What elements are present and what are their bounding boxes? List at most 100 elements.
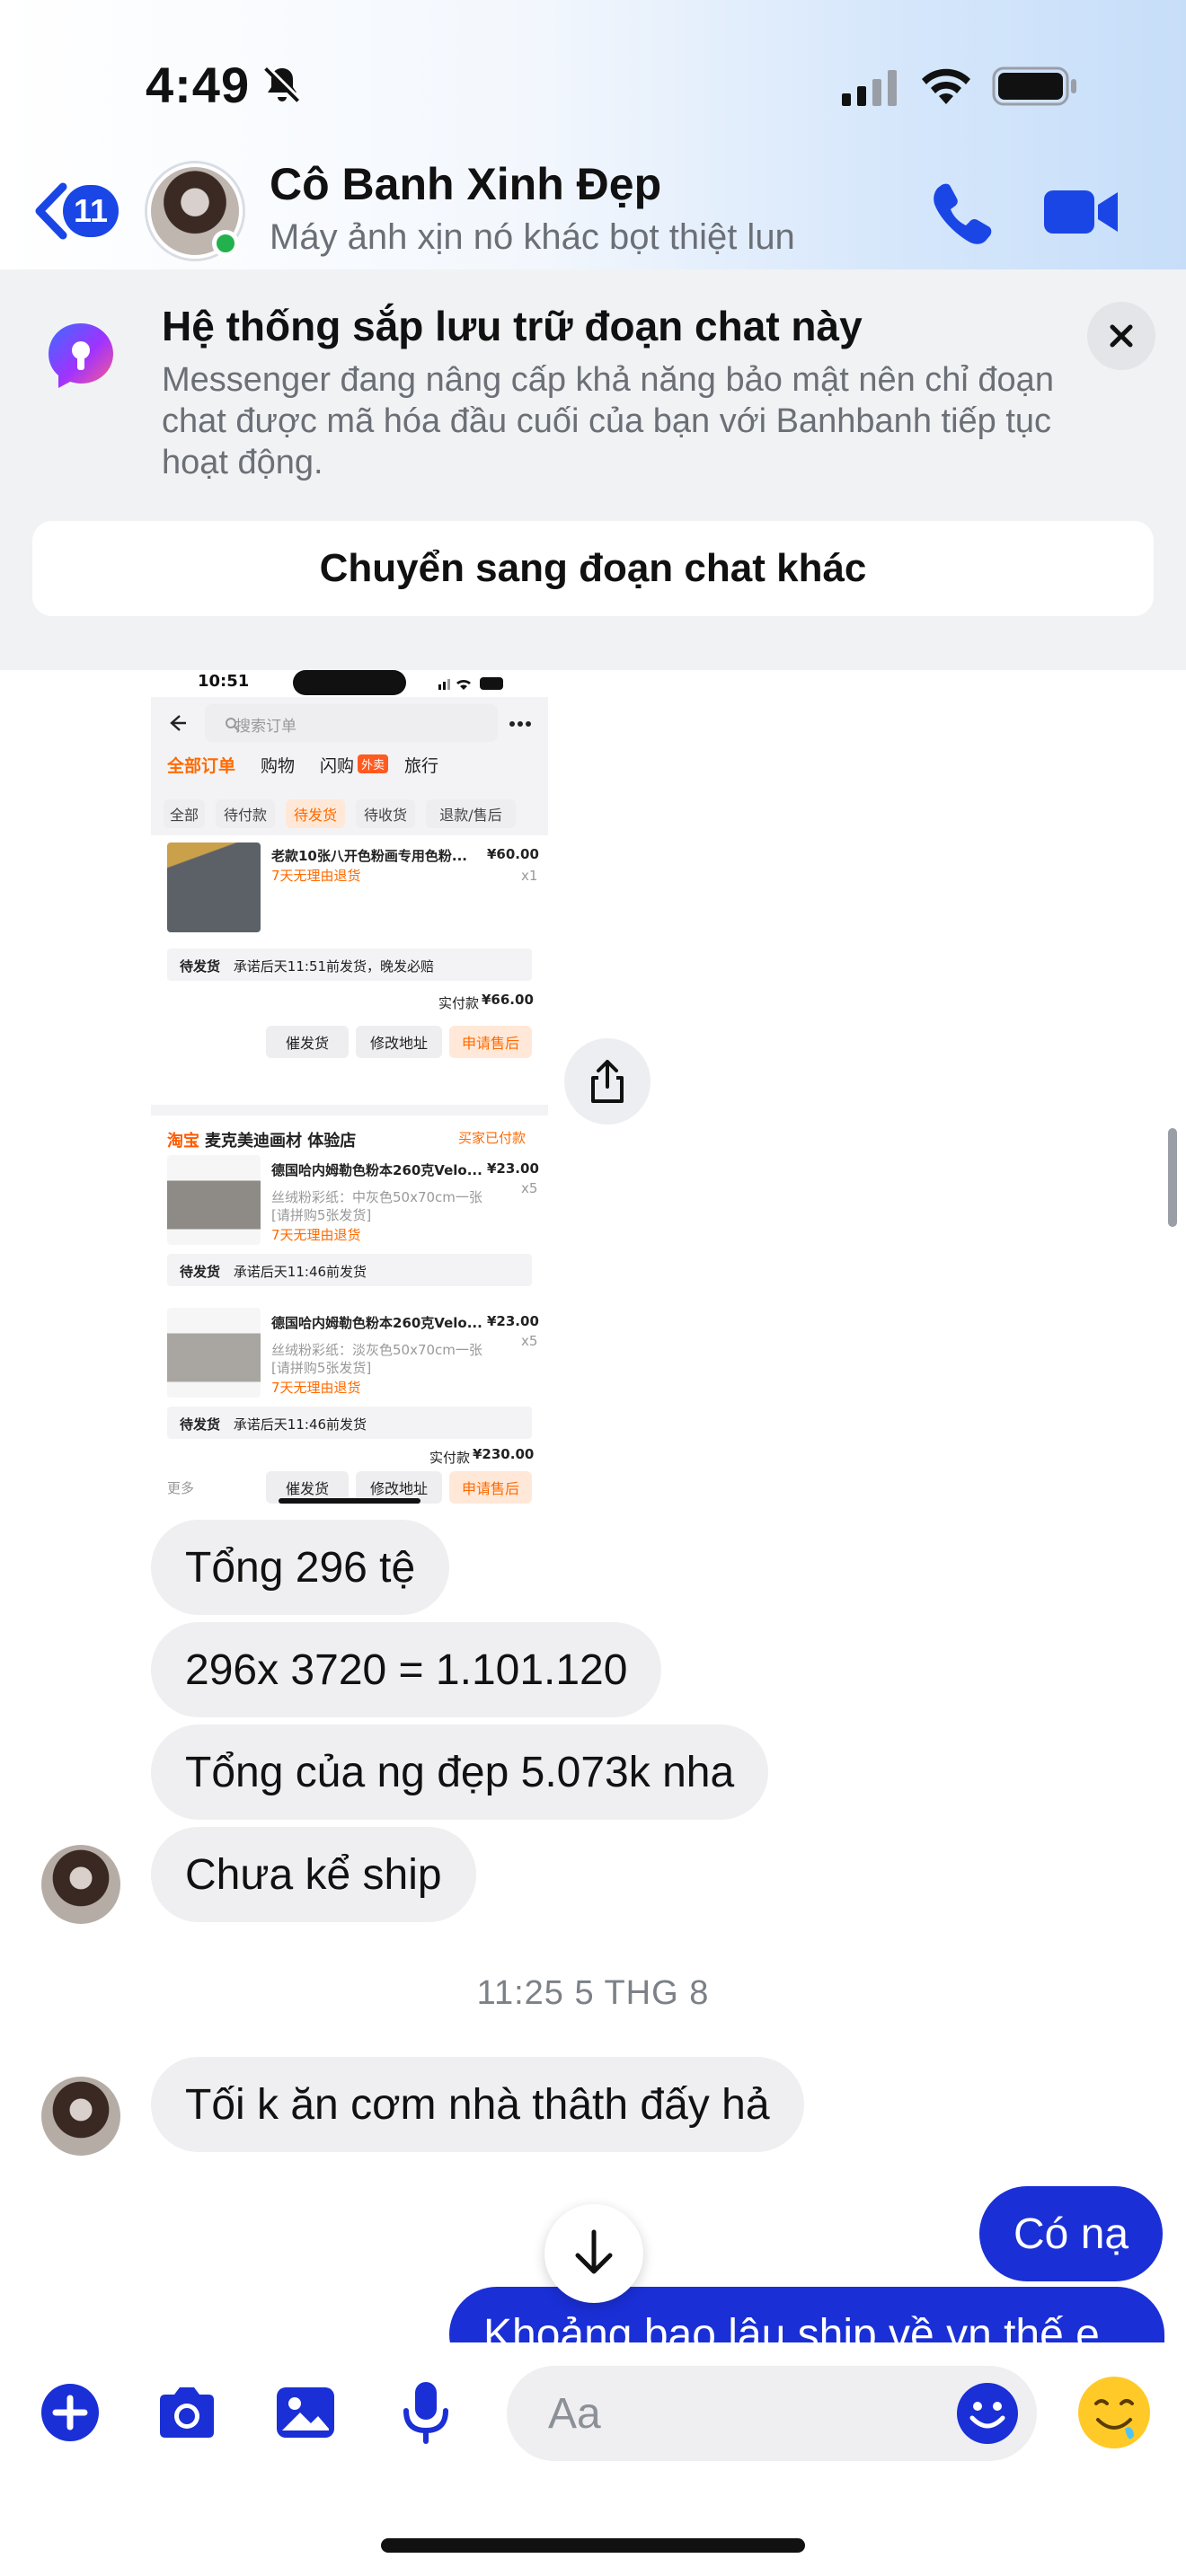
close-icon [1110, 324, 1133, 348]
message-input-placeholder: Aa [548, 2390, 601, 2438]
scroll-to-bottom-button[interactable] [544, 2204, 643, 2303]
shot-order3-price: ¥23.00 [487, 1313, 539, 1329]
shot-order2-spec2: [请拼购5张发货] [271, 1207, 372, 1223]
shot-order1-price: ¥60.00 [487, 846, 539, 862]
message-bubble-outgoing[interactable]: Có nạ [979, 2186, 1164, 2281]
shot-order1-qty: x1 [521, 868, 538, 884]
shot-chip: 待收货 [356, 799, 415, 828]
shot-store-card: 淘宝 麦克美迪画材 体验店 买家已付款 德国哈内姆勒色粉本260克Velo...… [151, 1116, 548, 1505]
shot-order2-ship-strip: 待发货 承诺后天11:46前发货 [167, 1254, 532, 1286]
shot-order2-price: ¥23.00 [487, 1160, 539, 1177]
arrow-down-icon [575, 2229, 613, 2274]
shot-action-aftersale: 申请售后 [449, 1026, 532, 1058]
banner-title: Hệ thống sắp lưu trữ đoạn chat này [162, 303, 863, 349]
shot-product-thumb [167, 1308, 261, 1398]
shot-order2-ship-note: 承诺后天11:46前发货 [233, 1264, 367, 1280]
shot-status-bar: 10:51 [151, 670, 548, 697]
shot-tab-shopping: 购物 [261, 756, 296, 776]
contact-name[interactable]: Cô Banh Xinh Đẹp [270, 158, 661, 210]
message-bubble-incoming[interactable]: Chưa kể ship [151, 1827, 476, 1922]
cellular-signal-icon [842, 70, 897, 106]
shot-store-prefix: 淘宝 [167, 1132, 199, 1151]
shot-tabs: 全部订单 购物 闪购 外卖 旅行 [167, 753, 544, 780]
share-button[interactable] [564, 1038, 651, 1125]
shot-tab-flash: 闪购 [320, 756, 355, 776]
shot-order3-qty: x5 [521, 1333, 538, 1349]
shot-action-urge: 催发货 [266, 1026, 349, 1058]
shot-search-icon [226, 718, 240, 732]
shot-chip: 待付款 [216, 799, 275, 828]
battery-icon [992, 66, 1076, 106]
shot-order3-spec2: [请拼购5张发货] [271, 1360, 372, 1376]
shot-order3-title: 德国哈内姆勒色粉本260克Velo... [271, 1315, 482, 1331]
messenger-chat-screen: 4:49 11 Cô Banh Xinh Đẹp Máy ảnh xịn nó … [0, 0, 1186, 2576]
shot-order2-title: 德国哈内姆勒色粉本260克Velo... [271, 1162, 482, 1178]
message-bubble-incoming[interactable]: 296x 3720 = 1.101.120 [151, 1622, 662, 1717]
share-icon [591, 1060, 624, 1103]
shot-order-card-1: 老款10张八开色粉画专用色粉... ¥60.00 x1 7天无理由退货 待发货 … [151, 835, 548, 1105]
bell-muted-icon [264, 65, 302, 102]
home-indicator[interactable] [381, 2538, 805, 2553]
online-status-dot [212, 230, 239, 257]
shot-store-status: 买家已付款 [458, 1130, 527, 1146]
sticker-icon[interactable] [1075, 2373, 1154, 2452]
emoji-icon[interactable] [952, 2378, 1022, 2448]
shared-screenshot-image[interactable]: 10:51 搜索订单 全部订单 购物 闪购 外卖 旅行 全部 待付款 待发货 待… [151, 670, 548, 1505]
shot-order3-return: 7天无理由退货 [271, 1380, 361, 1396]
shot-search-field: 搜索订单 [205, 704, 498, 742]
sender-avatar[interactable] [41, 2077, 120, 2156]
shot-more-icon [509, 721, 531, 727]
shot-chip: 全部 [164, 799, 205, 828]
switch-chat-button[interactable]: Chuyển sang đoạn chat khác [32, 521, 1154, 616]
status-bar: 4:49 [0, 0, 1186, 162]
message-bubble-incoming[interactable]: Tổng của ng đẹp 5.073k nha [151, 1725, 769, 1820]
shot-more-label: 更多 [167, 1480, 195, 1496]
shot-total: ¥230.00 [473, 1446, 535, 1462]
shot-order3-ship-status: 待发货 [180, 1416, 221, 1433]
wifi-icon [922, 68, 970, 104]
shot-search-placeholder: 搜索订单 [235, 718, 296, 736]
shot-order2-return: 7天无理由退货 [271, 1227, 361, 1243]
camera-icon[interactable] [153, 2378, 221, 2447]
message-timestamp: 11:25 5 THG 8 [476, 1974, 710, 2012]
phone-call-icon[interactable] [929, 180, 994, 244]
shot-order2-ship-status: 待发货 [180, 1264, 221, 1280]
shot-status-icons [438, 677, 503, 690]
plus-icon[interactable] [36, 2378, 104, 2447]
microphone-icon[interactable] [392, 2378, 460, 2447]
shot-order3-spec: 丝绒粉彩纸：淡灰色50x70cm一张 [271, 1342, 482, 1358]
contact-subtitle[interactable]: Máy ảnh xịn nó khác bọt thiệt lun [270, 217, 795, 258]
gallery-icon[interactable] [271, 2378, 340, 2447]
secure-chat-icon [49, 323, 113, 388]
shot-flash-badge: 外卖 [358, 754, 389, 773]
shot-home-indicator [279, 1498, 420, 1504]
shot-tab-all: 全部订单 [167, 756, 236, 776]
shot-tab-travel: 旅行 [404, 756, 439, 776]
shot-order1-return: 7天无理由退货 [271, 868, 361, 884]
status-time: 4:49 [146, 57, 251, 113]
shot-total-label: 实付款 [429, 1450, 471, 1466]
shot-order2-qty: x5 [521, 1180, 538, 1196]
shot-store-name: 麦克美迪画材 体验店 [205, 1132, 357, 1151]
shot-order1-ship-status: 待发货 [180, 958, 221, 975]
shot-order1-ship-note: 承诺后天11:51前发货，晚发必赔 [233, 958, 435, 975]
shot-order1-paid-label: 实付款 [438, 995, 480, 1011]
scrollbar[interactable] [1168, 1128, 1177, 1227]
sender-avatar[interactable] [41, 1845, 120, 1924]
unread-count-badge[interactable]: 11 [63, 185, 119, 237]
shot-product-thumb [167, 842, 261, 932]
shot-order1-ship-strip: 待发货 承诺后天11:51前发货，晚发必赔 [167, 948, 532, 981]
shot-status-time: 10:51 [198, 672, 250, 691]
message-bubble-incoming[interactable]: Tổng 296 tệ [151, 1520, 450, 1615]
shot-chip-active: 待发货 [286, 799, 345, 828]
shot-action-aftersale: 申请售后 [449, 1471, 532, 1504]
shot-dynamic-island [293, 670, 406, 695]
banner-body: Messenger đang nâng cấp khả năng bảo mật… [162, 361, 1054, 481]
shot-order1-title: 老款10张八开色粉画专用色粉... [271, 848, 467, 864]
video-call-icon[interactable] [1042, 183, 1120, 241]
message-bubble-incoming[interactable]: Tối k ăn cơm nhà thâth đấy hả [151, 2057, 804, 2152]
close-banner-button[interactable] [1087, 302, 1155, 370]
shot-chip: 退款/售后 [426, 799, 516, 828]
shot-order1-paid: ¥66.00 [482, 992, 534, 1008]
shot-order3-ship-strip: 待发货 承诺后天11:46前发货 [167, 1407, 532, 1439]
